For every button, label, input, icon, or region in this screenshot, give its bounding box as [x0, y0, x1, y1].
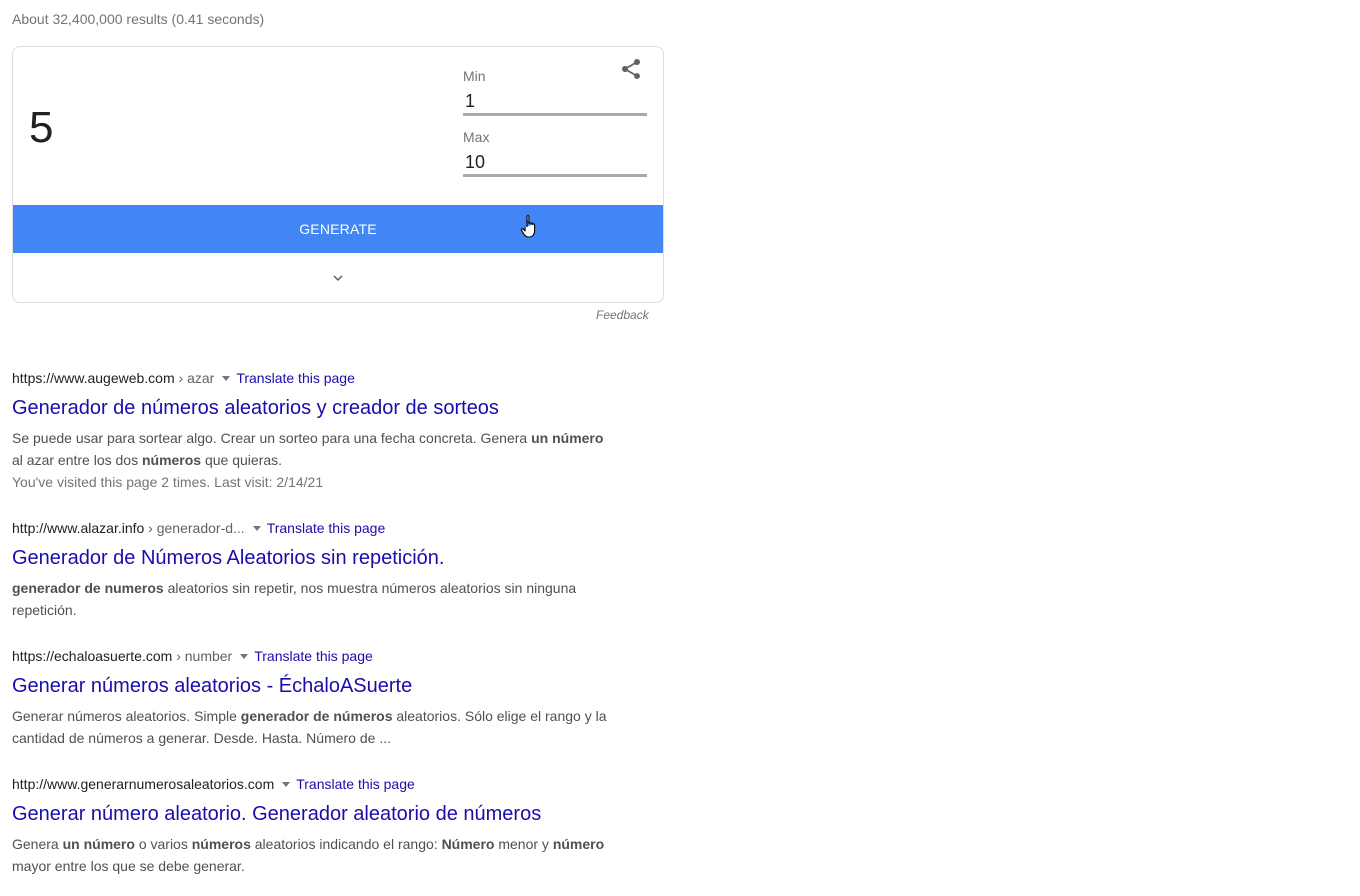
result-title-link[interactable]: Generador de números aleatorios y creado…	[12, 395, 612, 421]
result-snippet: Generar números aleatorios. Simple gener…	[12, 705, 612, 749]
result-url[interactable]: http://www.alazar.info › generador-d... T…	[12, 519, 612, 537]
result-snippet: generador de numeros aleatorios sin repe…	[12, 577, 612, 621]
snippet-text: Genera	[12, 836, 63, 852]
snippet-text: un número	[531, 430, 604, 446]
result-domain[interactable]: http://www.alazar.info	[12, 520, 144, 536]
random-number-widget: 5 Min Max GENERATE	[12, 46, 664, 303]
search-result: https://www.augeweb.com › azar Translate …	[12, 369, 612, 493]
generate-button[interactable]: GENERATE	[13, 205, 663, 253]
result-title-link[interactable]: Generar número aleatorio. Generador alea…	[12, 801, 612, 827]
result-path[interactable]: › generador-d...	[144, 520, 245, 536]
result-title-link[interactable]: Generar números aleatorios - ÉchaloASuer…	[12, 673, 612, 699]
result-url[interactable]: http://www.generarnumerosaleatorios.com T…	[12, 775, 612, 793]
result-snippet: Se puede usar para sortear algo. Crear u…	[12, 427, 612, 471]
caret-down-icon[interactable]	[240, 653, 249, 659]
chevron-down-icon[interactable]	[329, 269, 347, 287]
caret-down-icon[interactable]	[222, 375, 231, 381]
snippet-text: Generar números aleatorios. Simple	[12, 708, 241, 724]
snippet-text: número	[552, 836, 605, 852]
visit-history: You've visited this page 2 times. Last v…	[12, 474, 324, 490]
result-domain[interactable]: http://www.generarnumerosaleatorios.com	[12, 776, 274, 792]
snippet-text: que quieras.	[201, 452, 283, 468]
snippet-text: números	[191, 836, 251, 852]
snippet-text: Se puede usar para sortear algo. Crear u…	[12, 430, 532, 446]
result-domain[interactable]: https://echaloasuerte.com	[12, 648, 172, 664]
result-path[interactable]: › number	[172, 648, 232, 664]
search-result: http://www.alazar.info › generador-d... T…	[12, 519, 612, 621]
random-result: 5	[29, 103, 54, 152]
result-url[interactable]: https://echaloasuerte.com › number Transl…	[12, 647, 612, 665]
snippet-text: números	[141, 452, 202, 468]
caret-down-icon[interactable]	[282, 781, 291, 787]
translate-link[interactable]: Translate this page	[267, 520, 386, 536]
snippet-text: al azar entre los dos	[12, 452, 142, 468]
snippet-text: generador de numeros	[12, 580, 164, 596]
result-domain[interactable]: https://www.augeweb.com	[12, 370, 175, 386]
snippet-text: mayor entre los que se debe generar.	[12, 858, 245, 874]
max-label: Max	[463, 129, 490, 145]
result-title-link[interactable]: Generador de Números Aleatorios sin repe…	[12, 545, 612, 571]
result-stats: About 32,400,000 results (0.41 seconds)	[12, 11, 265, 27]
caret-down-icon[interactable]	[252, 525, 261, 531]
min-input[interactable]	[463, 90, 647, 116]
translate-link[interactable]: Translate this page	[254, 648, 373, 664]
result-url[interactable]: https://www.augeweb.com › azar Translate …	[12, 369, 612, 387]
search-result: https://echaloasuerte.com › number Transl…	[12, 647, 612, 749]
translate-link[interactable]: Translate this page	[236, 370, 355, 386]
result-snippet: Genera un número o varios números aleato…	[12, 833, 612, 877]
max-field: Max	[463, 129, 647, 177]
result-path[interactable]: › azar	[175, 370, 215, 386]
max-input[interactable]	[463, 151, 647, 177]
snippet-text: un número	[62, 836, 135, 852]
snippet-text: generador de números	[240, 708, 393, 724]
snippet-text: Número	[441, 836, 495, 852]
feedback-link[interactable]: Feedback	[596, 308, 649, 322]
search-result: http://www.generarnumerosaleatorios.com T…	[12, 775, 612, 877]
min-label: Min	[463, 68, 486, 84]
snippet-text: aleatorios indicando el rango:	[250, 836, 442, 852]
snippet-text: o varios	[134, 836, 192, 852]
min-field: Min	[463, 68, 647, 116]
snippet-text: menor y	[494, 836, 553, 852]
translate-link[interactable]: Translate this page	[296, 776, 415, 792]
